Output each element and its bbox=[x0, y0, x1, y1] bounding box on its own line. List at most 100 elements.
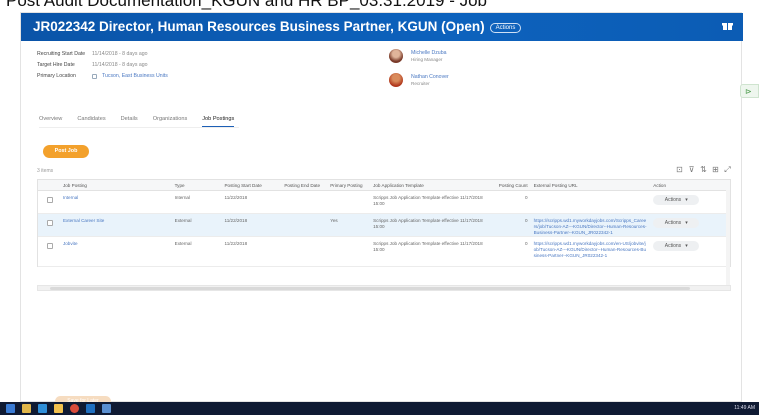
horizontal-scrollbar[interactable] bbox=[37, 285, 731, 291]
avatar bbox=[389, 73, 403, 87]
post-job-button[interactable]: Post Job bbox=[43, 145, 89, 158]
file-explorer-icon[interactable] bbox=[22, 404, 31, 413]
page-title: JR022342 Director, Human Resources Busin… bbox=[33, 19, 522, 34]
location-text: Tucson, East Business Units bbox=[102, 73, 168, 79]
header-select bbox=[38, 180, 60, 190]
row-select bbox=[38, 237, 60, 266]
fullscreen-icon[interactable]: ⤢ bbox=[724, 166, 731, 174]
table-row[interactable]: External Career Site External 11/22/2018… bbox=[38, 214, 730, 237]
actions-label: Actions bbox=[664, 220, 682, 226]
job-posting-link[interactable]: Internal bbox=[60, 191, 172, 213]
person-name: Nathan Conover bbox=[411, 73, 449, 80]
meta-row: Target Hire Date 11/14/2018 - 8 days ago bbox=[37, 60, 168, 71]
tab-divider bbox=[39, 127, 239, 128]
column-header[interactable]: Job Posting bbox=[60, 180, 172, 190]
person-role: Recruiter bbox=[411, 80, 430, 86]
column-header[interactable]: Job Application Template bbox=[370, 180, 495, 190]
app-icon[interactable] bbox=[102, 404, 111, 413]
requisition-meta: Recruiting Start Date 11/14/2018 - 8 days… bbox=[37, 49, 168, 82]
document-title: Post Audit Documentation_KGUN and HR BP_… bbox=[6, 0, 488, 10]
cell-end-date bbox=[281, 214, 327, 236]
row-checkbox[interactable] bbox=[47, 220, 53, 226]
chevron-down-icon: ▾ bbox=[685, 220, 688, 226]
cell-primary: Yes bbox=[330, 218, 338, 223]
page-header: JR022342 Director, Human Resources Busin… bbox=[21, 13, 743, 41]
document-title-strip: Post Audit Documentation_KGUN and HR BP_… bbox=[0, 0, 759, 12]
cell-type: Internal bbox=[174, 195, 190, 200]
table-row[interactable]: Jobvite External 11/22/2018 Scripps Job … bbox=[38, 237, 730, 267]
cell-type: External bbox=[174, 241, 192, 246]
column-header[interactable]: Action bbox=[650, 180, 730, 190]
cell-start-date: 11/22/2018 bbox=[224, 195, 248, 200]
filter-icon[interactable]: ⊽ bbox=[688, 166, 695, 174]
person-name: Michelle Dzuba bbox=[411, 49, 447, 56]
cell-primary bbox=[327, 237, 370, 266]
column-header[interactable]: Primary Posting bbox=[327, 180, 370, 190]
items-count: 3 items bbox=[37, 168, 54, 174]
actions-button[interactable]: Actions ▾ bbox=[653, 218, 700, 228]
actions-label: Actions bbox=[664, 243, 682, 249]
page-title-text: JR022342 Director, Human Resources Busin… bbox=[33, 19, 485, 34]
meta-row: Recruiting Start Date 11/14/2018 - 8 days… bbox=[37, 49, 168, 60]
grid-header: Job Posting Type Posting Start Date Post… bbox=[38, 180, 730, 191]
column-header[interactable]: Posting End Date bbox=[281, 180, 327, 190]
column-header[interactable]: External Posting URL bbox=[531, 180, 651, 190]
scrollbar-thumb[interactable] bbox=[50, 287, 690, 290]
vertical-scrollbar[interactable] bbox=[726, 190, 730, 285]
meta-label: Primary Location bbox=[37, 73, 76, 79]
cell-url[interactable] bbox=[531, 191, 651, 213]
outlook-icon[interactable] bbox=[86, 404, 95, 413]
cell-template: Scripps Job Application Template effecti… bbox=[373, 218, 483, 229]
job-postings-grid: Job Posting Type Posting Start Date Post… bbox=[37, 179, 731, 267]
meta-value: 11/14/2018 - 8 days ago bbox=[92, 62, 148, 68]
person-role: Hiring Manager bbox=[411, 56, 443, 62]
status-pill[interactable]: Actions bbox=[489, 23, 522, 33]
cell-template: Scripps Job Application Template effecti… bbox=[373, 241, 483, 252]
table-row[interactable]: Internal Internal 11/22/2018 Scripps Job… bbox=[38, 191, 730, 214]
location-link[interactable]: Tucson, East Business Units bbox=[92, 71, 168, 82]
meta-label: Recruiting Start Date bbox=[37, 51, 86, 57]
row-checkbox[interactable] bbox=[47, 197, 53, 203]
chrome-icon[interactable] bbox=[70, 404, 79, 413]
actions-button[interactable]: Actions ▾ bbox=[653, 195, 700, 205]
row-checkbox[interactable] bbox=[47, 243, 53, 249]
row-select bbox=[38, 191, 60, 213]
job-posting-link[interactable]: Jobvite bbox=[60, 237, 172, 266]
meta-row: Primary Location Tucson, East Business Un… bbox=[37, 71, 168, 82]
sort-icon[interactable]: ⇅ bbox=[700, 166, 707, 174]
cell-action: Actions ▾ bbox=[650, 237, 730, 266]
columns-icon[interactable]: ⊞ bbox=[712, 166, 719, 174]
actions-button[interactable]: Actions ▾ bbox=[653, 241, 700, 251]
folder-icon[interactable] bbox=[54, 404, 63, 413]
cell-start-date: 11/22/2018 bbox=[224, 241, 248, 246]
column-header[interactable]: Type bbox=[172, 180, 222, 190]
meta-label: Target Hire Date bbox=[37, 62, 75, 68]
side-panel-tab[interactable]: ⊳ bbox=[740, 84, 759, 98]
cell-count: 0 bbox=[525, 241, 528, 246]
cell-primary bbox=[327, 191, 370, 213]
cell-end-date bbox=[281, 237, 327, 266]
column-header[interactable]: Posting Start Date bbox=[221, 180, 281, 190]
cell-count: 0 bbox=[525, 218, 528, 223]
workday-window: JR022342 Director, Human Resources Busin… bbox=[20, 12, 743, 407]
start-icon[interactable] bbox=[6, 404, 15, 413]
cell-type: External bbox=[174, 218, 192, 223]
cell-count: 0 bbox=[525, 195, 528, 200]
cell-end-date bbox=[281, 191, 327, 213]
grid-toolbar: ⊡ ⊽ ⇅ ⊞ ⤢ bbox=[676, 166, 731, 174]
export-icon[interactable]: ⊡ bbox=[676, 166, 683, 174]
inbox-icon[interactable] bbox=[722, 21, 733, 31]
avatar bbox=[389, 49, 403, 63]
location-icon bbox=[92, 74, 97, 79]
chevron-down-icon: ▾ bbox=[685, 197, 688, 203]
browser-icon[interactable] bbox=[38, 404, 47, 413]
cell-url[interactable]: https://scripps.wd1.myworkdayjobs.com/en… bbox=[531, 237, 651, 266]
hiring-manager[interactable]: Michelle Dzuba Hiring Manager bbox=[389, 45, 449, 67]
job-posting-link[interactable]: External Career Site bbox=[60, 214, 172, 236]
clock: 11:49 AM bbox=[734, 405, 755, 411]
expand-icon: ⊳ bbox=[745, 87, 752, 96]
cell-url[interactable]: https://scripps.wd1.myworkdayjobs.com/Sc… bbox=[531, 214, 651, 236]
taskbar: 11:49 AM bbox=[0, 402, 759, 415]
column-header[interactable]: Posting Count bbox=[495, 180, 531, 190]
recruiter[interactable]: Nathan Conover Recruiter bbox=[389, 69, 449, 91]
